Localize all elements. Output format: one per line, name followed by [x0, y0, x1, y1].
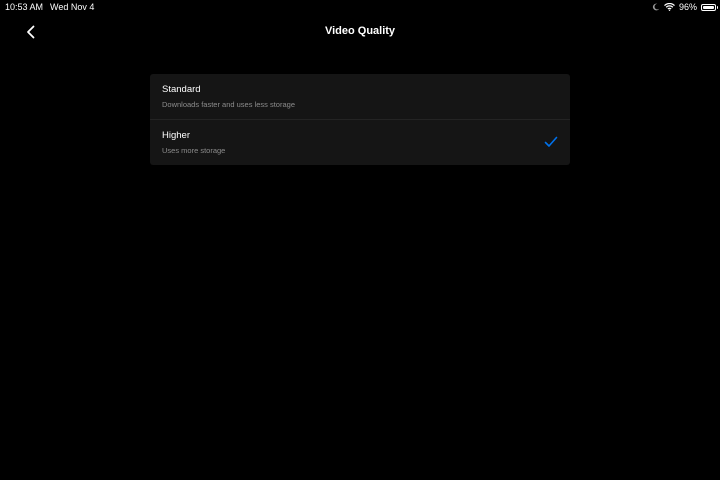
battery-fill: [703, 5, 714, 9]
option-standard[interactable]: Standard Downloads faster and uses less …: [150, 74, 570, 119]
page-title: Video Quality: [324, 25, 396, 37]
wifi-icon: [664, 3, 675, 11]
battery-percent: 96%: [678, 2, 697, 12]
checkmark-icon: [544, 136, 558, 147]
option-title: Higher: [162, 130, 190, 141]
option-title: Standard: [162, 84, 201, 95]
option-subtitle: Downloads faster and uses less storage: [162, 100, 295, 109]
quality-options-list: Standard Downloads faster and uses less …: [150, 74, 570, 165]
status-bar: 10:53 AM Wed Nov 4 96%: [0, 0, 720, 14]
do-not-disturb-icon: [652, 3, 660, 11]
battery-icon: [701, 3, 718, 11]
video-quality-screen: 10:53 AM Wed Nov 4 96% Video Quality Sta…: [0, 0, 720, 480]
nav-header: Video Quality: [0, 18, 720, 46]
status-date: Wed Nov 4: [50, 2, 95, 12]
option-subtitle: Uses more storage: [162, 146, 226, 155]
status-indicators: 96%: [652, 1, 718, 13]
status-time: 10:53 AM: [5, 2, 44, 12]
option-higher[interactable]: Higher Uses more storage: [150, 119, 570, 164]
